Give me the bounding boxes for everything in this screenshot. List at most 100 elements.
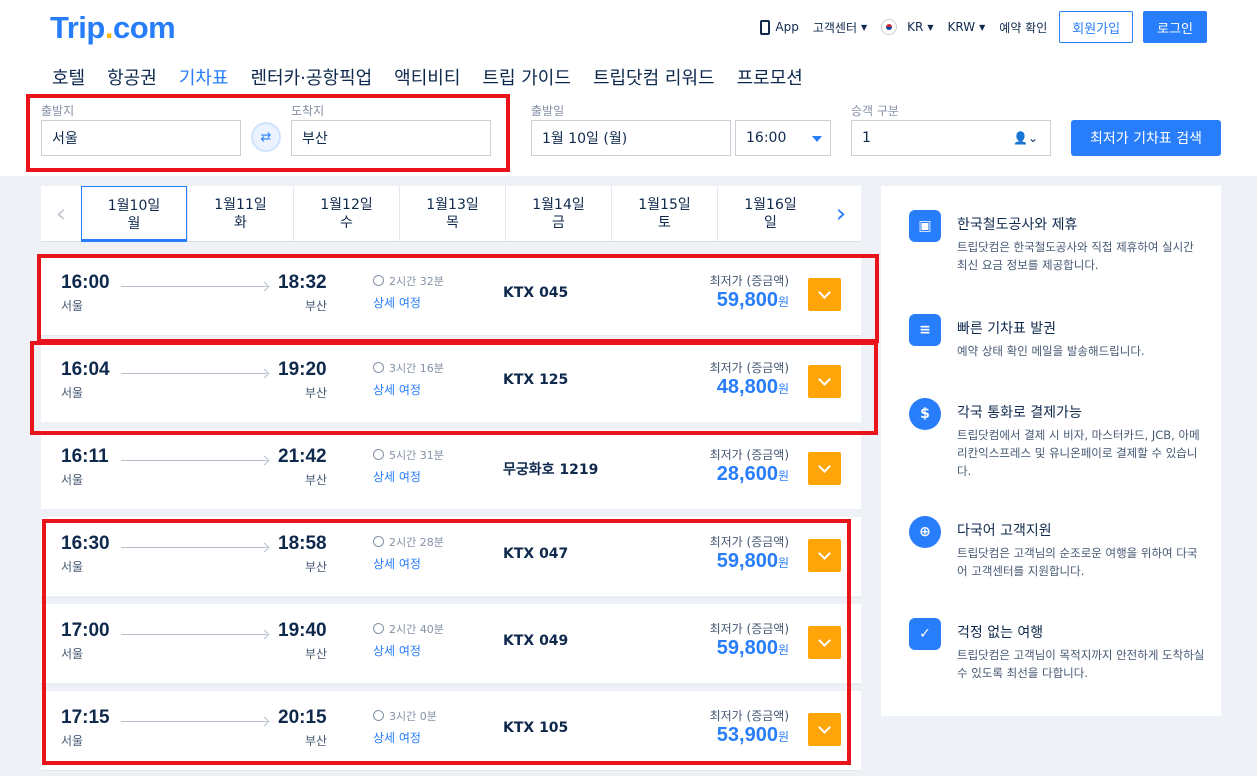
caret-down-icon: ▼ [927,22,934,32]
duration: 3시간 16분 [373,360,444,376]
divider [41,335,861,336]
top-utility-nav: App 고객센터 ▼ KR ▼ KRW ▼ 예약 확인 회원가입 로그인 [746,11,1207,43]
price-label: 최저가 (증금액) [709,622,789,636]
locale-menu[interactable]: KR ▼ [881,19,934,35]
nav-hotels[interactable]: 호텔 [52,64,85,97]
train-row[interactable]: 16:30 서울 18:58 부산 2시간 28분 상세 여정 KTX 047 … [41,517,861,596]
duration: 2시간 40분 [373,621,444,637]
train-ticket-icon: ▣ [909,210,941,242]
date-tab[interactable]: 1월14일 금 [505,186,611,242]
korea-flag-icon [881,19,898,35]
nav-activities[interactable]: 액티비티 [394,64,460,97]
price: 28,600원 [716,463,789,485]
expand-chevron-icon[interactable] [808,626,841,659]
date-prev-arrow-icon[interactable]: ‹ [41,186,81,242]
date-next-arrow-icon[interactable]: › [821,186,861,242]
shield-check-icon: ✓ [909,618,941,650]
caret-down-icon: ▼ [861,22,868,32]
price-label: 최저가 (증금액) [709,448,789,462]
currency-exchange-icon: $ [909,398,941,430]
from-input[interactable]: 서울 [41,120,241,156]
date-tab[interactable]: 1월16일 일 [717,186,823,242]
to-input[interactable]: 부산 [291,120,491,156]
signup-button[interactable]: 회원가입 [1059,11,1134,43]
train-row[interactable]: 17:00 서울 19:40 부산 2시간 40분 상세 여정 KTX 049 … [41,604,861,683]
expand-chevron-icon[interactable] [808,278,841,311]
detail-link[interactable]: 상세 여정 [373,729,421,746]
detail-link[interactable]: 상세 여정 [373,555,421,572]
date-tab[interactable]: 1월10일 월 [81,186,187,242]
detail-link[interactable]: 상세 여정 [373,294,421,311]
detail-link[interactable]: 상세 여정 [373,642,421,659]
price: 59,800원 [716,550,789,572]
date-label: 출발일 [531,104,565,118]
price: 53,900원 [716,724,789,746]
caret-down-icon: ▼ [979,22,986,32]
expand-chevron-icon[interactable] [808,452,841,485]
booking-check-link[interactable]: 예약 확인 [999,19,1047,36]
nav-rewards[interactable]: 트립닷컴 리워드 [593,64,715,97]
route-arrow [121,286,267,287]
benefits-sidebar: ▣ 한국철도공사와 제휴 트립닷컴은 한국철도공사와 직접 제휴하여 실시간 최… [881,186,1221,716]
detail-link[interactable]: 상세 여정 [373,468,421,485]
train-row[interactable]: 16:00 서울 18:32 부산 2시간 32분 상세 여정 KTX 045 … [41,256,861,335]
support-menu[interactable]: 고객센터 ▼ [813,19,867,36]
train-number: 무궁화호 1219 [503,462,599,478]
date-input[interactable]: 1월 10일 (월) [531,120,731,156]
swap-stations-icon[interactable]: ⇄ [251,122,281,152]
tripcom-logo[interactable]: Trip.com [50,10,176,46]
date-selector: ‹ 1월10일 월 1월11일 화 1월12일 수 1월13일 목 1월14일 금 1월1… [41,186,861,242]
date-tab[interactable]: 1월12일 수 [293,186,399,242]
nav-trip-guide[interactable]: 트립 가이드 [482,64,571,97]
train-number: KTX 047 [503,546,569,562]
price-label: 최저가 (증금액) [709,709,789,723]
detail-link[interactable]: 상세 여정 [373,381,421,398]
price-label: 최저가 (증금액) [709,535,789,549]
passenger-label: 승객 구분 [851,104,899,118]
duration: 2시간 28분 [373,534,444,550]
train-number: KTX 125 [503,372,569,388]
date-tab[interactable]: 1월15일 토 [611,186,717,242]
nav-flights[interactable]: 항공권 [107,64,157,97]
price-label: 최저가 (증금액) [709,361,789,375]
dropdown-arrow-icon [812,136,822,142]
route-arrow [121,721,267,722]
route-arrow [121,547,267,548]
time-select[interactable]: 16:00 [735,120,831,156]
nav-car-rental[interactable]: 렌터카·공항픽업 [251,64,373,97]
fast-ticket-icon: ≡ [909,314,941,346]
clock-icon [373,710,384,721]
from-label: 출발지 [41,104,75,118]
train-number: KTX 045 [503,285,569,301]
price: 48,800원 [716,376,789,398]
nav-trains[interactable]: 기차표 [178,64,229,97]
globe-support-icon: ⊕ [909,516,941,548]
expand-chevron-icon[interactable] [808,713,841,746]
divider [41,597,861,598]
expand-chevron-icon[interactable] [808,365,841,398]
divider [41,770,861,771]
date-tab[interactable]: 1월11일 화 [187,186,293,242]
clock-icon [373,275,384,286]
date-tab[interactable]: 1월13일 목 [399,186,505,242]
train-row[interactable]: 16:11 서울 21:42 부산 5시간 31분 상세 여정 무궁화호 121… [41,430,861,509]
clock-icon [373,449,384,460]
clock-icon [373,623,384,634]
duration: 3시간 0분 [373,708,437,724]
passenger-select[interactable]: 1 👤⌄ [851,120,1051,156]
price: 59,800원 [716,637,789,659]
divider [41,684,861,685]
currency-menu[interactable]: KRW ▼ [948,20,986,34]
search-button[interactable]: 최저가 기차표 검색 [1071,120,1221,156]
train-row[interactable]: 16:04 서울 19:20 부산 3시간 16분 상세 여정 KTX 125 … [41,343,861,422]
route-arrow [121,460,267,461]
duration: 2시간 32분 [373,273,444,289]
train-row[interactable]: 17:15 서울 20:15 부산 3시간 0분 상세 여정 KTX 105 최… [41,691,861,770]
to-label: 도착지 [291,104,325,118]
nav-promotions[interactable]: 프로모션 [737,64,803,97]
duration: 5시간 31분 [373,447,444,463]
expand-chevron-icon[interactable] [808,539,841,572]
login-button[interactable]: 로그인 [1143,11,1207,43]
app-link[interactable]: App [760,19,799,35]
route-arrow [121,634,267,635]
